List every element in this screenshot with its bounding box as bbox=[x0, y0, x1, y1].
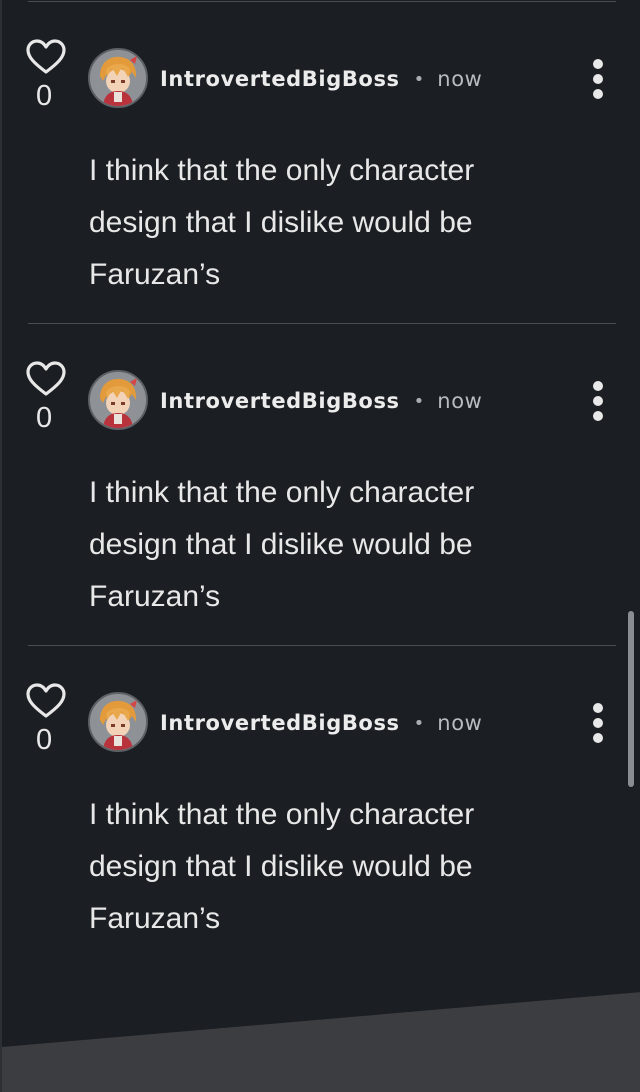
heart-outline-icon bbox=[26, 39, 66, 74]
avatar-image bbox=[90, 372, 146, 428]
vertical-ellipsis-icon bbox=[593, 381, 603, 421]
avatar[interactable] bbox=[88, 48, 148, 108]
comments-panel: 0 IntrovertedBigBoss • now I think that … bbox=[0, 0, 640, 1092]
more-options-button[interactable] bbox=[582, 58, 614, 100]
username[interactable]: IntrovertedBigBoss bbox=[160, 711, 400, 735]
bottom-bar bbox=[2, 992, 640, 1092]
comment-meta: IntrovertedBigBoss • now bbox=[160, 386, 482, 416]
timestamp: now bbox=[437, 389, 483, 413]
timestamp: now bbox=[437, 711, 483, 735]
comment-item: 0 IntrovertedBigBoss • now I think that … bbox=[2, 646, 640, 968]
more-options-button[interactable] bbox=[582, 380, 614, 422]
scrollbar-thumb[interactable] bbox=[628, 611, 634, 787]
comment-text: I think that the only character design t… bbox=[89, 154, 475, 291]
more-options-button[interactable] bbox=[582, 702, 614, 744]
avatar[interactable] bbox=[88, 692, 148, 752]
like-button[interactable]: 0 bbox=[24, 360, 68, 440]
comment-item: 0 IntrovertedBigBoss • now I think that … bbox=[2, 324, 640, 646]
vertical-ellipsis-icon bbox=[593, 703, 603, 743]
comment-item: 0 IntrovertedBigBoss • now I think that … bbox=[2, 2, 640, 324]
timestamp: now bbox=[437, 67, 483, 91]
meta-separator: • bbox=[413, 390, 425, 412]
meta-separator: • bbox=[413, 712, 425, 734]
heart-outline-icon bbox=[26, 683, 66, 718]
avatar-image bbox=[90, 50, 146, 106]
comment-text: I think that the only character design t… bbox=[89, 476, 475, 613]
vertical-ellipsis-icon bbox=[593, 59, 603, 99]
comment-meta: IntrovertedBigBoss • now bbox=[160, 64, 482, 94]
comment-text: I think that the only character design t… bbox=[89, 798, 475, 935]
like-count: 0 bbox=[36, 402, 53, 434]
like-button[interactable]: 0 bbox=[24, 38, 68, 118]
avatar-image bbox=[90, 694, 146, 750]
heart-outline-icon bbox=[26, 361, 66, 396]
like-count: 0 bbox=[36, 80, 53, 112]
username[interactable]: IntrovertedBigBoss bbox=[160, 389, 400, 413]
username[interactable]: IntrovertedBigBoss bbox=[160, 67, 400, 91]
meta-separator: • bbox=[413, 68, 425, 90]
avatar[interactable] bbox=[88, 370, 148, 430]
comment-meta: IntrovertedBigBoss • now bbox=[160, 708, 482, 738]
like-count: 0 bbox=[36, 724, 53, 756]
like-button[interactable]: 0 bbox=[24, 682, 68, 762]
